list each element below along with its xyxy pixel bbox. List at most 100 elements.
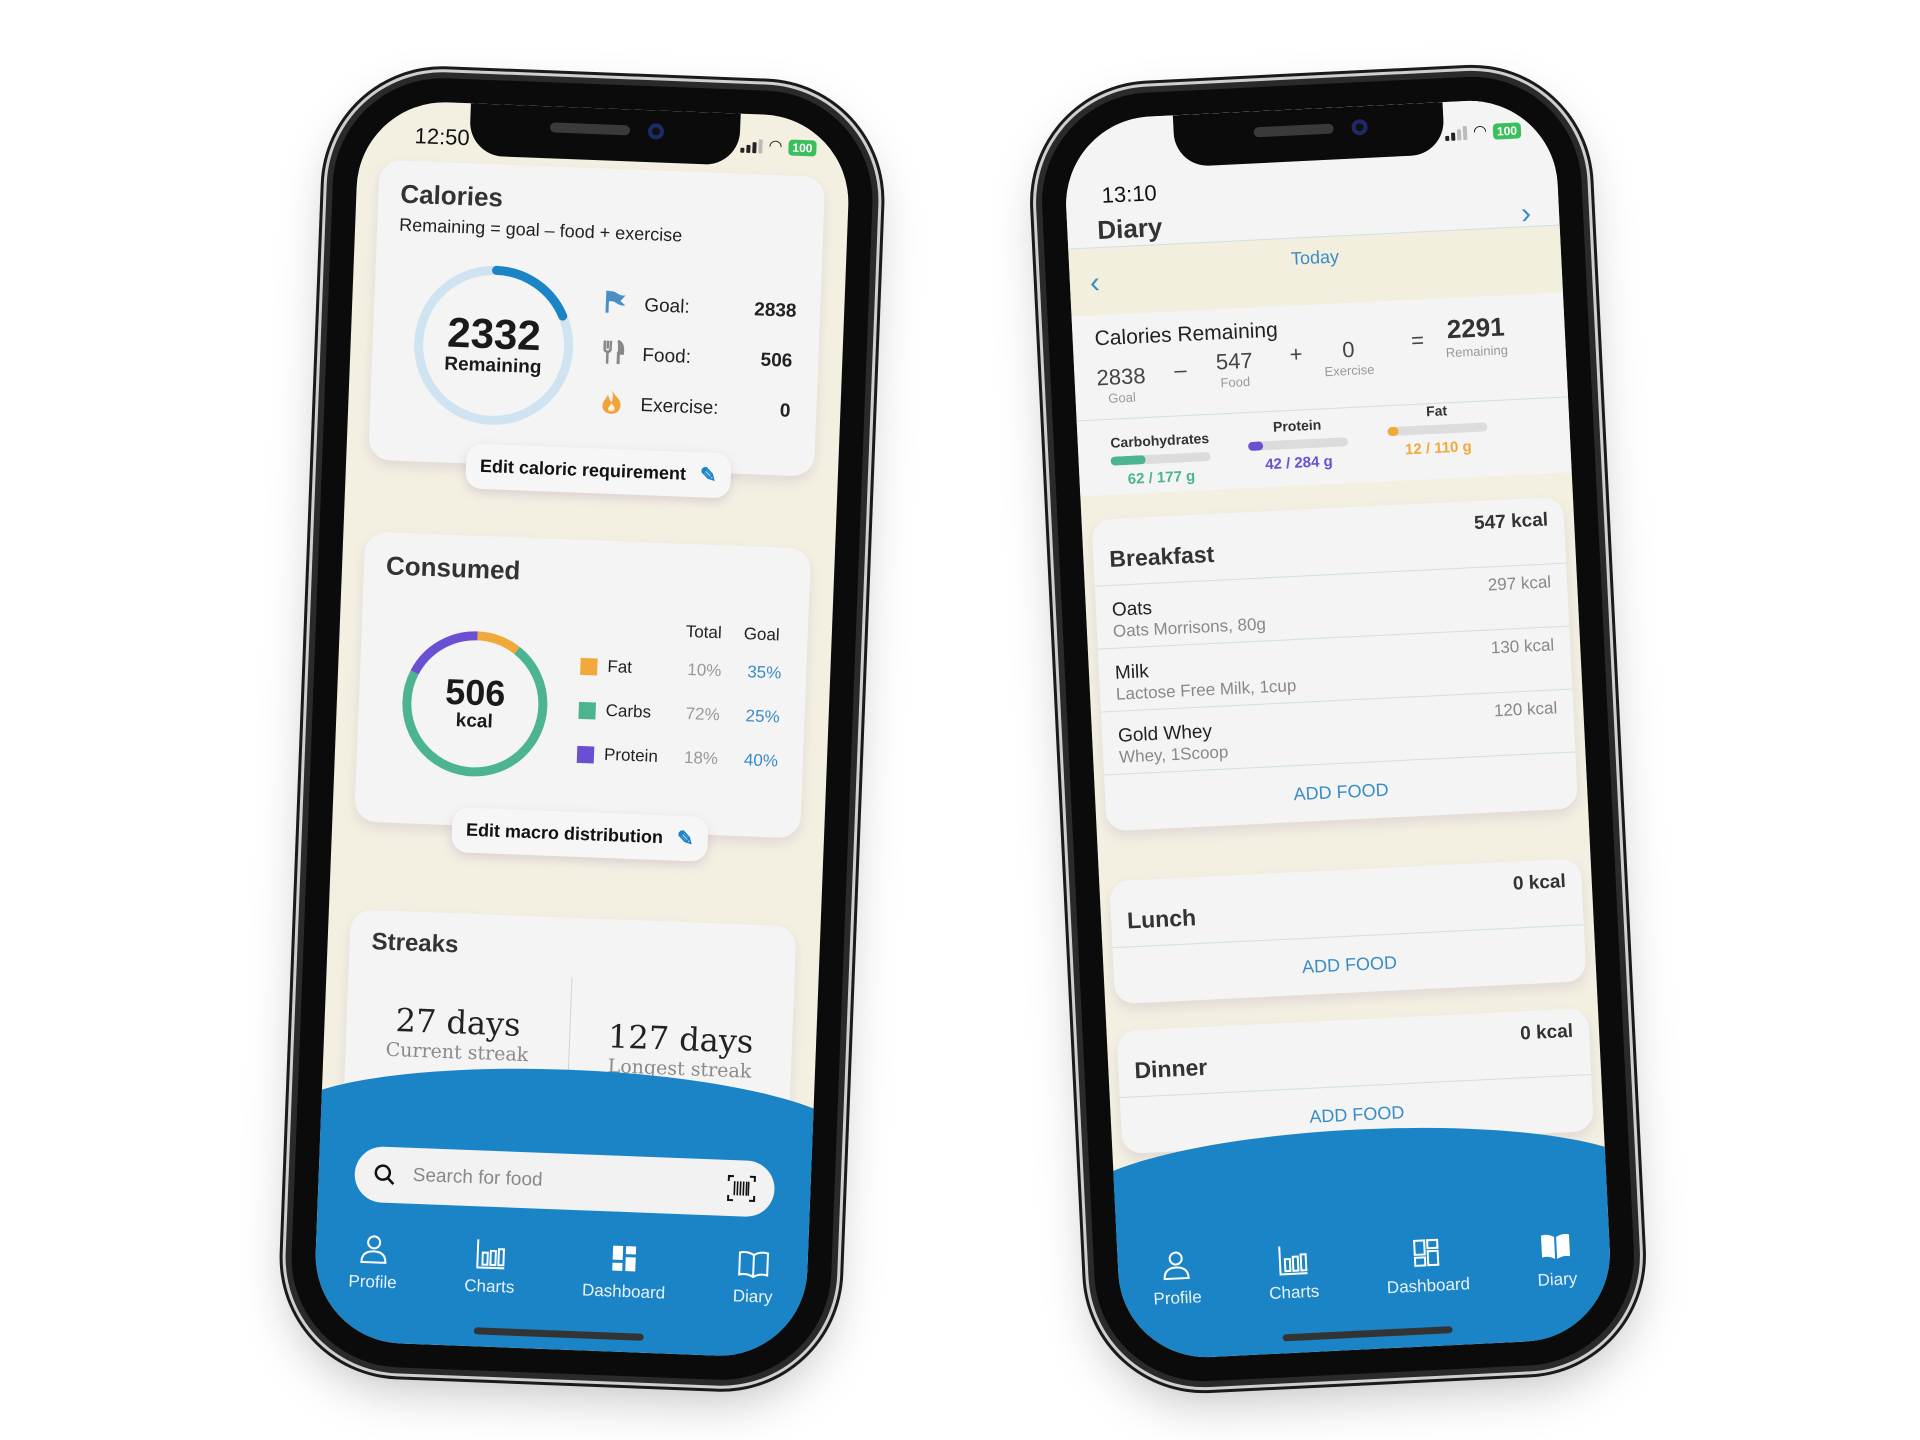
speaker bbox=[549, 122, 631, 136]
remaining-value: 2332 bbox=[446, 308, 542, 360]
macro-value: 12 / 110 g bbox=[1404, 438, 1473, 459]
book-icon bbox=[738, 1250, 770, 1279]
macro-row-fat: Fat 10% 35% bbox=[580, 656, 798, 684]
protein-swatch bbox=[576, 745, 595, 763]
meal-kcal: 0 kcal bbox=[1519, 1020, 1574, 1045]
speaker bbox=[1253, 123, 1334, 138]
bottom-bar: Profile Charts Dashboard Diary bbox=[312, 1058, 852, 1359]
macro-fill bbox=[1387, 426, 1399, 437]
carbs-swatch bbox=[578, 701, 597, 720]
macro-total: 10% bbox=[686, 660, 722, 681]
macro-row-protein: Protein 18% 40% bbox=[576, 744, 795, 772]
macro-fill bbox=[1110, 455, 1146, 466]
tab-label: Profile bbox=[1153, 1287, 1203, 1309]
edit-caloric-requirement-button[interactable]: Edit caloric requirement ✎ bbox=[465, 443, 732, 499]
col-goal: Goal bbox=[743, 624, 781, 645]
food-name: Milk bbox=[1114, 661, 1150, 684]
summary-goal-value: 2838 bbox=[1095, 362, 1147, 391]
camera bbox=[1351, 118, 1369, 136]
tab-diary[interactable]: Diary bbox=[732, 1246, 774, 1307]
summary-exercise: 0 Exercise bbox=[1323, 336, 1375, 379]
streaks-title: Streaks bbox=[371, 928, 459, 959]
food-value: 506 bbox=[760, 349, 793, 372]
diary-screen: 13:10 ◠ 100 Diary Today ‹ › Calories Rem… bbox=[1061, 96, 1615, 1362]
edit-macro-label: Edit macro distribution bbox=[465, 819, 664, 848]
pencil-icon: ✎ bbox=[699, 464, 718, 487]
calories-card: Calories Remaining = goal – food + exerc… bbox=[368, 159, 826, 477]
summary-food-label: Food bbox=[1220, 373, 1251, 391]
meal-kcal: 0 kcal bbox=[1512, 871, 1567, 895]
exercise-value: 0 bbox=[779, 400, 791, 422]
tab-label: Dashboard bbox=[1386, 1274, 1471, 1298]
exercise-row: Exercise: 0 bbox=[596, 388, 791, 427]
status-time: 12:50 bbox=[414, 123, 471, 151]
remaining-label: Remaining bbox=[443, 353, 542, 379]
barcode-scan-icon[interactable] bbox=[726, 1173, 757, 1204]
meal-name: Lunch bbox=[1126, 904, 1197, 934]
summary-food: 547 Food bbox=[1215, 348, 1254, 391]
search-icon bbox=[374, 1164, 395, 1185]
tab-dashboard[interactable]: Dashboard bbox=[1384, 1234, 1470, 1298]
macro-name: Protein bbox=[1272, 416, 1322, 435]
tab-charts[interactable]: Charts bbox=[464, 1236, 516, 1298]
food-name: Oats bbox=[1111, 597, 1153, 621]
remaining-ring: 2332 Remaining bbox=[405, 257, 581, 433]
summary-remaining-label: Remaining bbox=[1445, 342, 1509, 361]
summary-remaining-value: 2291 bbox=[1446, 311, 1506, 345]
macro-track bbox=[1247, 437, 1349, 452]
consumed-card: Consumed 506 kcal Total Goal Fat 10% 35% bbox=[354, 531, 812, 839]
tab-profile[interactable]: Profile bbox=[348, 1231, 398, 1293]
meal-lunch: Lunch 0 kcal ADD FOOD bbox=[1109, 858, 1587, 1005]
camera bbox=[647, 123, 665, 140]
signal-icon bbox=[740, 139, 763, 154]
food-kcal: 120 kcal bbox=[1493, 698, 1558, 721]
macro-total: 72% bbox=[685, 703, 721, 725]
equals-sign: = bbox=[1410, 327, 1425, 353]
consumed-value: 506 bbox=[444, 670, 507, 715]
tab-diary[interactable]: Diary bbox=[1535, 1229, 1578, 1291]
person-icon bbox=[360, 1235, 387, 1264]
consumed-title: Consumed bbox=[385, 550, 521, 586]
macro-row-carbs: Carbs 72% 25% bbox=[578, 700, 796, 728]
tab-profile[interactable]: Profile bbox=[1151, 1247, 1202, 1309]
calories-formula: Remaining = goal – food + exercise bbox=[398, 214, 683, 246]
summary-food-value: 547 bbox=[1215, 347, 1254, 375]
phone-diary: 13:10 ◠ 100 Diary Today ‹ › Calories Rem… bbox=[1036, 71, 1640, 1387]
chevron-left-icon[interactable]: ‹ bbox=[1089, 266, 1101, 300]
macro-name: Protein bbox=[603, 744, 659, 766]
macro-value: 42 / 284 g bbox=[1264, 452, 1334, 474]
plus-sign: + bbox=[1289, 341, 1304, 367]
dashboard-icon bbox=[1413, 1238, 1440, 1267]
chevron-right-icon[interactable]: › bbox=[1520, 197, 1532, 231]
summary-title: Calories Remaining bbox=[1094, 318, 1279, 351]
consumed-unit: kcal bbox=[455, 710, 494, 733]
home-indicator[interactable] bbox=[1282, 1326, 1453, 1342]
fork-knife-icon bbox=[598, 338, 629, 371]
dashboard-icon bbox=[612, 1245, 637, 1272]
meal-kcal: 547 kcal bbox=[1473, 509, 1549, 535]
macro-track bbox=[1387, 422, 1488, 437]
tab-charts[interactable]: Charts bbox=[1267, 1242, 1320, 1304]
home-indicator[interactable] bbox=[473, 1327, 644, 1341]
macro-goal: 25% bbox=[745, 706, 780, 727]
signal-icon bbox=[1445, 125, 1468, 142]
macro-goal: 40% bbox=[743, 750, 779, 771]
wifi-icon: ◠ bbox=[768, 137, 783, 156]
bar-chart-icon bbox=[476, 1239, 505, 1270]
minus-sign: – bbox=[1173, 356, 1188, 383]
flag-icon bbox=[600, 288, 631, 321]
calories-summary: Calories Remaining 2838 Goal – 547 Food … bbox=[1071, 292, 1572, 497]
edit-caloric-label: Edit caloric requirement bbox=[479, 455, 687, 484]
bottom-bar: Profile Charts Dashboard Diary bbox=[1071, 1115, 1615, 1362]
macro-fill bbox=[1247, 441, 1264, 452]
summary-exercise-label: Exercise bbox=[1324, 361, 1375, 380]
goal-label: Goal: bbox=[643, 295, 691, 318]
summary-remaining: 2291 Remaining bbox=[1444, 311, 1508, 360]
edit-macro-distribution-button[interactable]: Edit macro distribution ✎ bbox=[451, 807, 709, 862]
person-icon bbox=[1163, 1251, 1190, 1281]
calories-title: Calories bbox=[399, 178, 504, 213]
search-input[interactable] bbox=[410, 1163, 727, 1200]
tab-dashboard[interactable]: Dashboard bbox=[582, 1240, 667, 1303]
macro-total: 18% bbox=[683, 747, 719, 769]
macro-goal: 35% bbox=[746, 662, 782, 683]
